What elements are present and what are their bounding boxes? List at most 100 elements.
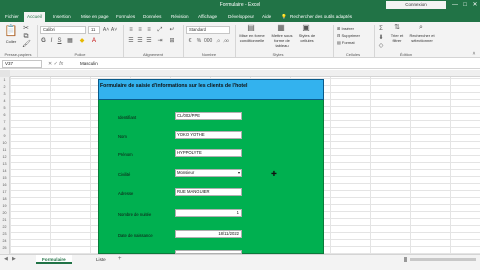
autosum-icon[interactable]: Σ (377, 25, 385, 33)
maximize-icon[interactable]: □ (460, 1, 470, 9)
number-format-select[interactable]: Standard (186, 26, 230, 34)
paste-button[interactable]: Coller (2, 39, 20, 44)
tab-formules[interactable]: Formules (113, 12, 138, 22)
bold-icon[interactable]: G (40, 37, 47, 45)
increase-decimal-icon[interactable]: ,0 (214, 37, 222, 45)
copy-icon[interactable]: ⧉ (22, 33, 30, 41)
close-icon[interactable]: ✕ (470, 1, 480, 9)
signin-button[interactable]: Connexion (386, 1, 446, 9)
row-number[interactable]: 11 (0, 148, 9, 152)
fill-color-icon[interactable]: ◆ (78, 37, 86, 45)
select-all-corner[interactable] (0, 70, 10, 77)
cancel-icon[interactable]: ✕ (48, 61, 52, 67)
tab-affichage[interactable]: Affichage (195, 12, 220, 22)
tab-accueil[interactable]: Accueil (24, 12, 45, 22)
decrease-decimal-icon[interactable]: ,00 (222, 37, 230, 45)
collapse-ribbon-icon[interactable]: ˄ (470, 50, 478, 58)
row-number[interactable]: 7 (0, 120, 9, 124)
hscroll-left-handle[interactable] (404, 257, 407, 262)
row-number[interactable]: 20 (0, 211, 9, 215)
tab-revision[interactable]: Révision (168, 12, 192, 22)
input-date-naissance[interactable]: 18/11/2022 (175, 230, 242, 238)
thousands-icon[interactable]: 000 (204, 37, 212, 45)
font-color-icon[interactable]: A (90, 37, 98, 45)
row-number[interactable]: 16 (0, 183, 9, 187)
fill-icon[interactable]: ⬇ (377, 34, 385, 42)
sheet-tab-formulaire[interactable]: Formulaire (36, 255, 72, 264)
add-sheet-button[interactable]: + (118, 256, 122, 262)
row-number[interactable]: 21 (0, 218, 9, 222)
row-number[interactable]: 22 (0, 225, 9, 229)
cell-styles-icon[interactable]: ▣ (301, 24, 311, 32)
tab-fichier[interactable]: Fichier (2, 12, 22, 22)
tab-developpeur[interactable]: Développeur (225, 12, 257, 22)
currency-icon[interactable]: € (186, 37, 194, 45)
input-prenom[interactable]: HYPPOLYTE (175, 149, 242, 157)
prev-sheet-icon[interactable]: ◀ (4, 256, 8, 262)
format-cells-button[interactable]: ▤ Format (337, 40, 367, 45)
row-number[interactable]: 10 (0, 141, 9, 145)
select-civilite[interactable]: Monsieur ▾ (175, 169, 242, 177)
row-number[interactable]: 25 (0, 246, 9, 250)
next-sheet-icon[interactable]: ▶ (12, 256, 16, 262)
enter-icon[interactable]: ✓ (54, 61, 58, 67)
shrink-font-icon[interactable]: A˅ (110, 26, 118, 34)
align-left-icon[interactable]: ☰ (127, 37, 135, 45)
tab-aide[interactable]: Aide (259, 12, 274, 22)
row-number[interactable]: 1 (0, 78, 9, 82)
input-nom[interactable]: YOKO YOTHE (175, 131, 242, 139)
row-number[interactable]: 8 (0, 127, 9, 131)
indent-icon[interactable]: ⇥ (156, 37, 164, 45)
align-right-icon[interactable]: ☰ (145, 37, 153, 45)
formula-input[interactable]: Masculin (78, 60, 478, 68)
tab-insertion[interactable]: Insertion (50, 12, 74, 22)
row-number[interactable]: 3 (0, 92, 9, 96)
format-as-table-button[interactable]: Mettre sous forme de tableau (268, 33, 296, 48)
conditional-format-icon[interactable]: ▤ (246, 24, 256, 32)
sort-filter-icon[interactable]: ⇅ (392, 24, 402, 32)
grow-font-icon[interactable]: A˄ (102, 26, 110, 34)
row-number[interactable]: 24 (0, 239, 9, 243)
tell-me-search[interactable]: Rechercher des outils adaptés (287, 12, 355, 22)
input-nombre-nuitee[interactable]: 1 (175, 209, 242, 217)
name-box[interactable]: V37 (2, 60, 42, 68)
row-number[interactable]: 5 (0, 106, 9, 110)
input-adresse[interactable]: RUE MANGUIER (175, 188, 242, 196)
row-number[interactable]: 13 (0, 162, 9, 166)
tab-mise-en-page[interactable]: Mise en page (78, 12, 112, 22)
cut-icon[interactable]: ✂ (22, 25, 30, 33)
row-number[interactable]: 6 (0, 113, 9, 117)
row-number[interactable]: 12 (0, 155, 9, 159)
delete-cells-button[interactable]: ⊟ Supprimer (337, 33, 367, 38)
cell-styles-button[interactable]: Styles de cellules (297, 33, 317, 43)
underline-icon[interactable]: S (56, 37, 63, 45)
sort-filter-button[interactable]: Trier et filtrer (386, 33, 408, 43)
merge-center-icon[interactable]: ⊞ (168, 37, 176, 45)
insert-cells-button[interactable]: ⊞ Insérer (337, 26, 367, 31)
font-size-select[interactable]: 11 (88, 26, 100, 34)
align-center-icon[interactable]: ☰ (136, 37, 144, 45)
clear-icon[interactable]: ◇ (377, 42, 385, 50)
align-middle-icon[interactable]: ≡ (136, 26, 144, 34)
orientation-icon[interactable]: ⤢ (156, 26, 164, 34)
minimize-icon[interactable]: — (450, 1, 460, 9)
row-number[interactable]: 23 (0, 232, 9, 236)
conditional-format-button[interactable]: Mise en forme conditionnelle (238, 33, 266, 43)
row-number[interactable]: 15 (0, 176, 9, 180)
format-painter-icon[interactable]: 🖌 (22, 41, 31, 49)
input-identifiant[interactable]: CL/002/PPE (175, 112, 242, 120)
row-number[interactable]: 2 (0, 85, 9, 89)
percent-icon[interactable]: % (195, 37, 203, 45)
paste-icon[interactable]: 📋 (4, 25, 18, 38)
row-number[interactable]: 18 (0, 197, 9, 201)
row-number[interactable]: 19 (0, 204, 9, 208)
fx-icon[interactable]: fx (59, 61, 63, 67)
wrap-text-icon[interactable]: ↵ (168, 26, 176, 34)
align-top-icon[interactable]: ≡ (127, 26, 135, 34)
format-as-table-icon[interactable]: ▦ (276, 24, 286, 32)
chevron-down-icon[interactable]: ▾ (238, 170, 240, 176)
italic-icon[interactable]: I (48, 37, 55, 45)
find-select-icon[interactable]: ⌕ (416, 24, 426, 32)
borders-icon[interactable]: ▦ (66, 37, 74, 45)
sheet-tab-liste[interactable]: Liste (90, 255, 112, 264)
